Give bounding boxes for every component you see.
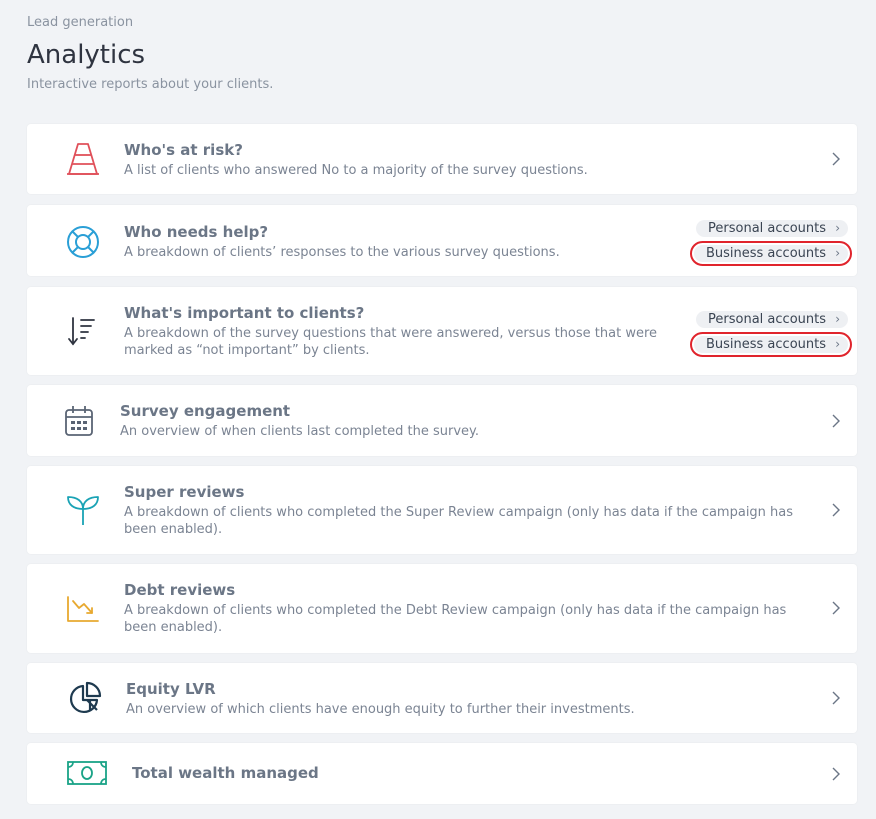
report-text: Super reviews A breakdown of clients who… <box>124 482 817 538</box>
page-subtitle: Interactive reports about your clients. <box>27 77 274 92</box>
report-card-whats-important: What's important to clients? A breakdown… <box>27 287 857 375</box>
report-text: Debt reviews A breakdown of clients who … <box>124 580 817 636</box>
chevron-right-icon[interactable] <box>829 503 843 517</box>
chevron-right-icon[interactable] <box>829 691 843 705</box>
personal-accounts-link[interactable]: Personal accounts › <box>696 311 848 328</box>
report-card-whos-at-risk[interactable]: Who's at risk? A list of clients who ans… <box>27 124 857 194</box>
breadcrumb: Lead generation <box>27 15 134 30</box>
business-accounts-label: Business accounts <box>705 337 826 352</box>
report-title: Who's at risk? <box>124 141 243 159</box>
report-title: Survey engagement <box>120 402 291 420</box>
chevron-right-icon[interactable] <box>829 414 843 428</box>
chevron-right-icon[interactable] <box>829 767 843 781</box>
business-accounts-link[interactable]: Business accounts › <box>689 332 853 357</box>
report-text: Equity LVR An overview of which clients … <box>126 679 817 718</box>
lifebuoy-icon <box>63 222 103 262</box>
report-title: Who needs help? <box>124 223 269 241</box>
report-card-super-reviews[interactable]: Super reviews A breakdown of clients who… <box>27 466 857 554</box>
report-title: What's important to clients? <box>124 304 365 322</box>
banknote-icon <box>67 753 107 793</box>
report-title: Total wealth managed <box>132 764 319 782</box>
chevron-right-icon[interactable] <box>829 601 843 615</box>
chart-down-icon <box>63 588 103 628</box>
report-card-debt-reviews[interactable]: Debt reviews A breakdown of clients who … <box>27 564 857 653</box>
personal-accounts-label: Personal accounts <box>708 221 826 236</box>
report-card-survey-engagement[interactable]: Survey engagement An overview of when cl… <box>27 385 857 456</box>
report-text: Who needs help? A breakdown of clients’ … <box>124 222 657 261</box>
traffic-cone-icon <box>63 139 103 179</box>
chevron-right-icon: › <box>835 337 840 351</box>
sort-descending-icon <box>63 311 103 351</box>
page-header: Lead generation Analytics Interactive re… <box>27 14 273 94</box>
business-accounts-label: Business accounts <box>705 246 826 261</box>
report-description: A breakdown of clients’ responses to the… <box>124 245 560 260</box>
page-title: Analytics <box>27 40 146 70</box>
report-card-total-wealth-managed[interactable]: Total wealth managed <box>27 743 857 804</box>
report-text: Survey engagement An overview of when cl… <box>120 401 817 440</box>
personal-accounts-link[interactable]: Personal accounts › <box>696 220 848 237</box>
report-text: Who's at risk? A list of clients who ans… <box>124 140 817 179</box>
chevron-right-icon: › <box>835 312 840 326</box>
report-description: A breakdown of the survey questions that… <box>124 326 658 358</box>
business-accounts-link[interactable]: Business accounts › <box>689 241 853 266</box>
report-text: Total wealth managed <box>132 763 817 783</box>
report-card-equity-lvr[interactable]: Equity LVR An overview of which clients … <box>27 663 857 733</box>
pie-chart-icon <box>65 678 105 718</box>
chevron-right-icon[interactable] <box>829 152 843 166</box>
report-description: A breakdown of clients who completed the… <box>124 505 794 537</box>
report-description: An overview of which clients have enough… <box>126 702 635 717</box>
report-text: What's important to clients? A breakdown… <box>124 303 671 359</box>
report-card-who-needs-help: Who needs help? A breakdown of clients’ … <box>27 205 857 276</box>
report-description: A list of clients who answered No to a m… <box>124 163 588 178</box>
sprout-icon <box>63 490 103 530</box>
personal-accounts-label: Personal accounts <box>708 312 826 327</box>
report-description: An overview of when clients last complet… <box>120 424 480 439</box>
chevron-right-icon: › <box>835 221 840 235</box>
chevron-right-icon: › <box>835 246 840 260</box>
report-title: Equity LVR <box>126 680 216 698</box>
report-title: Super reviews <box>124 483 245 501</box>
report-description: A breakdown of clients who completed the… <box>124 603 787 635</box>
report-title: Debt reviews <box>124 581 236 599</box>
calendar-icon <box>59 401 99 441</box>
